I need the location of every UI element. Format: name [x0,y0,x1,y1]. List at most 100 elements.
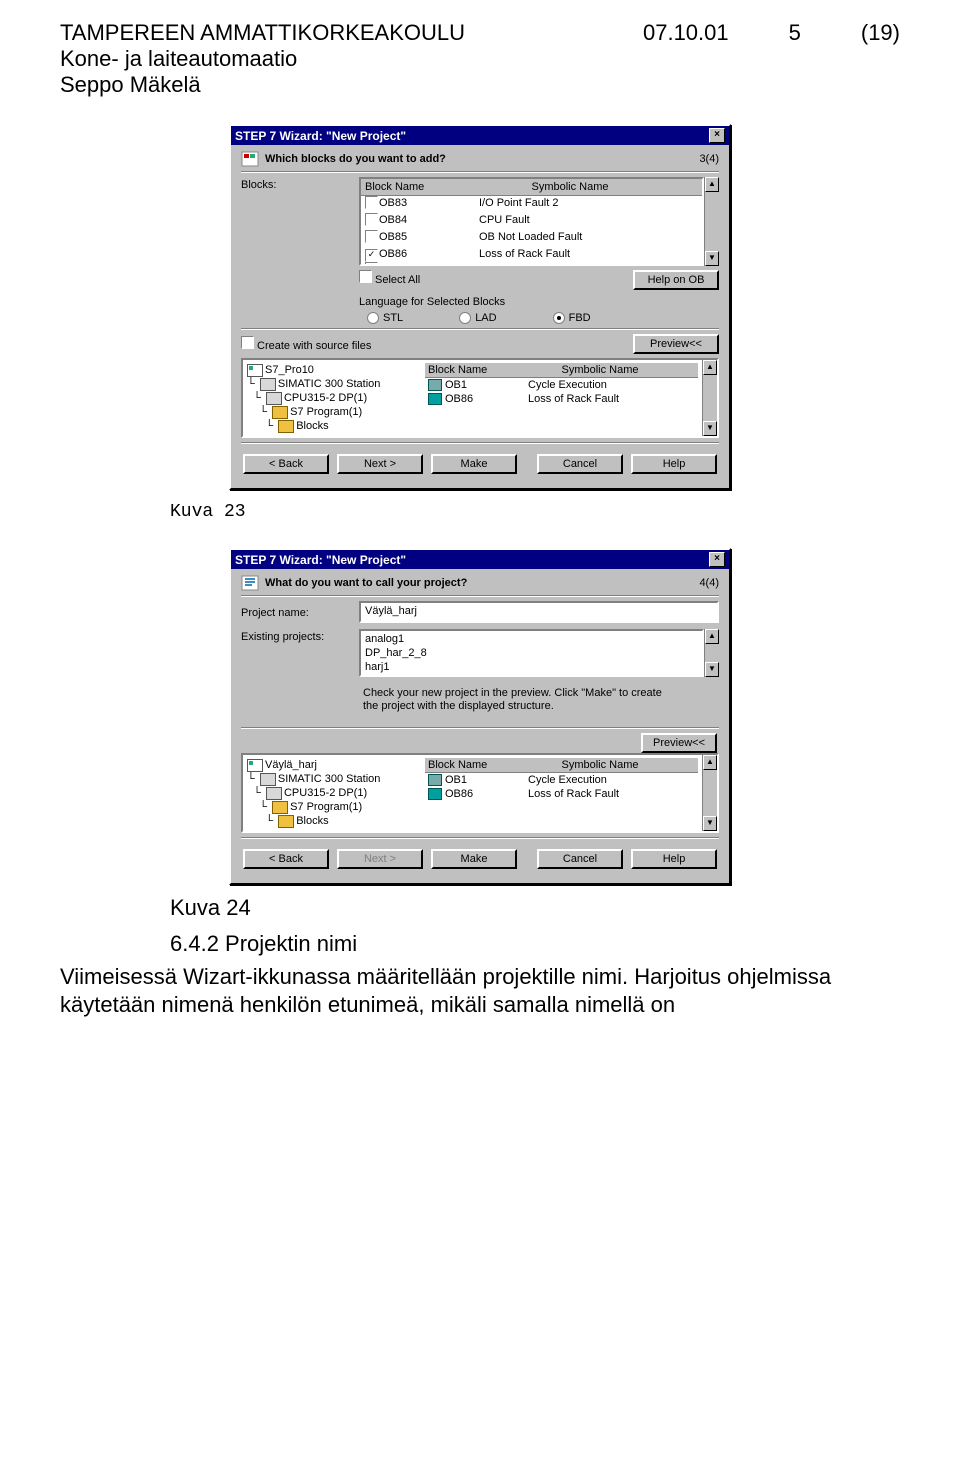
list-item[interactable]: OB87Communication Fault [361,262,702,264]
tree-item[interactable]: Blocks [296,814,328,828]
preview-pane: S7_Pro10 └ SIMATIC 300 Station └ CPU315-… [241,358,719,438]
doc-date: 07.10.01 [643,20,729,98]
cancel-button[interactable]: Cancel [537,454,623,474]
project-tree[interactable]: Väylä_harj └ SIMATIC 300 Station └ CPU31… [243,755,421,831]
tree-root[interactable]: Väylä_harj [265,758,317,772]
dept-name: Kone- ja laiteautomaatio [60,46,465,72]
scroll-down-icon[interactable]: ▼ [703,816,717,831]
radio-icon [553,312,565,324]
tree-item[interactable]: S7 Program(1) [290,405,362,419]
cpu-icon [266,392,282,405]
tree-root[interactable]: S7_Pro10 [265,363,314,377]
tree-item[interactable]: SIMATIC 300 Station [278,772,381,786]
figure-caption: Kuva 23 [170,502,900,522]
select-all-checkbox[interactable]: Select All [359,270,420,290]
checkbox-icon[interactable] [241,336,254,349]
list-item[interactable]: OB86Loss of Rack Fault [425,392,698,406]
dialog-step: 4(4) [699,577,719,589]
tree-item[interactable]: CPU315-2 DP(1) [284,786,367,800]
instructions-text: Check your new project in the preview. C… [363,687,663,713]
close-icon[interactable]: × [709,552,725,567]
block-name: OB83 [379,196,479,213]
titlebar[interactable]: STEP 7 Wizard: "New Project" × [231,126,729,145]
list-headers: Block Name Symbolic Name [361,179,702,196]
scroll-up-icon[interactable]: ▲ [705,629,719,644]
next-button: Next > [337,849,423,869]
page-total: (19) [861,20,900,98]
block-sym: Communication Fault [479,262,698,264]
existing-projects-list[interactable]: analog1 DP_har_2_8 harj1 [359,629,704,677]
wizard-dialog-projectname: STEP 7 Wizard: "New Project" × What do y… [229,548,731,885]
scroll-down-icon[interactable]: ▼ [705,662,719,677]
block-name: OB85 [379,230,479,247]
checkbox-icon[interactable] [365,262,378,264]
tree-item[interactable]: S7 Program(1) [290,800,362,814]
block-list[interactable]: OB83I/O Point Fault 2 OB84CPU Fault OB85… [361,196,702,264]
scroll-up-icon[interactable]: ▲ [703,360,717,375]
scroll-down-icon[interactable]: ▼ [705,251,719,266]
scroll-up-icon[interactable]: ▲ [705,177,719,192]
projectname-input[interactable]: Väylä_harj [359,601,719,623]
radio-lad[interactable]: LAD [459,312,496,324]
preview-button[interactable]: Preview<< [633,334,719,354]
make-button[interactable]: Make [431,454,517,474]
wizard-dialog-blocks: STEP 7 Wizard: "New Project" × Which blo… [229,124,731,490]
preview-button[interactable]: Preview<< [641,733,717,753]
help-button[interactable]: Help [631,454,717,474]
scrollbar[interactable]: ▲ ▼ [704,629,719,677]
checkbox-icon[interactable] [365,213,378,226]
col-block-name: Block Name [428,364,562,376]
language-label: Language for Selected Blocks [359,296,719,308]
list-item[interactable]: OB83I/O Point Fault 2 [361,196,702,213]
project-tree[interactable]: S7_Pro10 └ SIMATIC 300 Station └ CPU315-… [243,360,421,436]
list-item[interactable]: harj1 [365,660,698,674]
list-item[interactable]: DP_har_2_8 [365,646,698,660]
scroll-up-icon[interactable]: ▲ [703,755,717,770]
scrollbar[interactable]: ▲ ▼ [702,755,717,831]
list-item[interactable]: OB86Loss of Rack Fault [425,787,698,801]
figure-caption: Kuva 24 [170,895,900,921]
next-button[interactable]: Next > [337,454,423,474]
preview-list: Block NameSymbolic Name OB1Cycle Executi… [421,360,702,436]
radio-fbd[interactable]: FBD [553,312,591,324]
list-item[interactable]: OB1Cycle Execution [425,773,698,787]
make-button[interactable]: Make [431,849,517,869]
block-icon [428,393,442,405]
list-item[interactable]: OB1Cycle Execution [425,378,698,392]
blocks-label: Blocks: [241,177,351,191]
preview-pane: Väylä_harj └ SIMATIC 300 Station └ CPU31… [241,753,719,833]
list-item[interactable]: OB84CPU Fault [361,213,702,230]
scrollbar[interactable]: ▲ ▼ [702,360,717,436]
block-sym: Loss of Rack Fault [479,247,698,262]
help-button[interactable]: Help [631,849,717,869]
tree-item[interactable]: SIMATIC 300 Station [278,377,381,391]
tree-item[interactable]: CPU315-2 DP(1) [284,391,367,405]
back-button[interactable]: < Back [243,454,329,474]
titlebar[interactable]: STEP 7 Wizard: "New Project" × [231,550,729,569]
list-item[interactable]: OB86Loss of Rack Fault [361,247,702,262]
tree-item[interactable]: Blocks [296,419,328,433]
create-with-source-checkbox[interactable]: Create with source files [241,336,371,352]
back-button[interactable]: < Back [243,849,329,869]
checkbox-icon[interactable] [359,270,372,283]
scroll-down-icon[interactable]: ▼ [703,421,717,436]
radio-icon [459,312,471,324]
project-icon [247,759,263,772]
list-item[interactable]: OB85OB Not Loaded Fault [361,230,702,247]
checkbox-icon[interactable] [365,249,378,262]
scrollbar[interactable]: ▲ ▼ [704,177,719,266]
checkbox-icon[interactable] [365,196,378,209]
checkbox-icon[interactable] [365,230,378,243]
block-icon [428,774,442,786]
folder-icon [278,815,294,828]
radio-stl[interactable]: STL [367,312,403,324]
help-on-ob-button[interactable]: Help on OB [633,270,719,290]
list-item[interactable]: analog1 [365,632,698,646]
block-icon [428,379,442,391]
folder-icon [272,801,288,814]
station-icon [260,378,276,391]
cancel-button[interactable]: Cancel [537,849,623,869]
col-block-name: Block Name [428,759,562,771]
block-sym: CPU Fault [479,213,698,230]
close-icon[interactable]: × [709,128,725,143]
